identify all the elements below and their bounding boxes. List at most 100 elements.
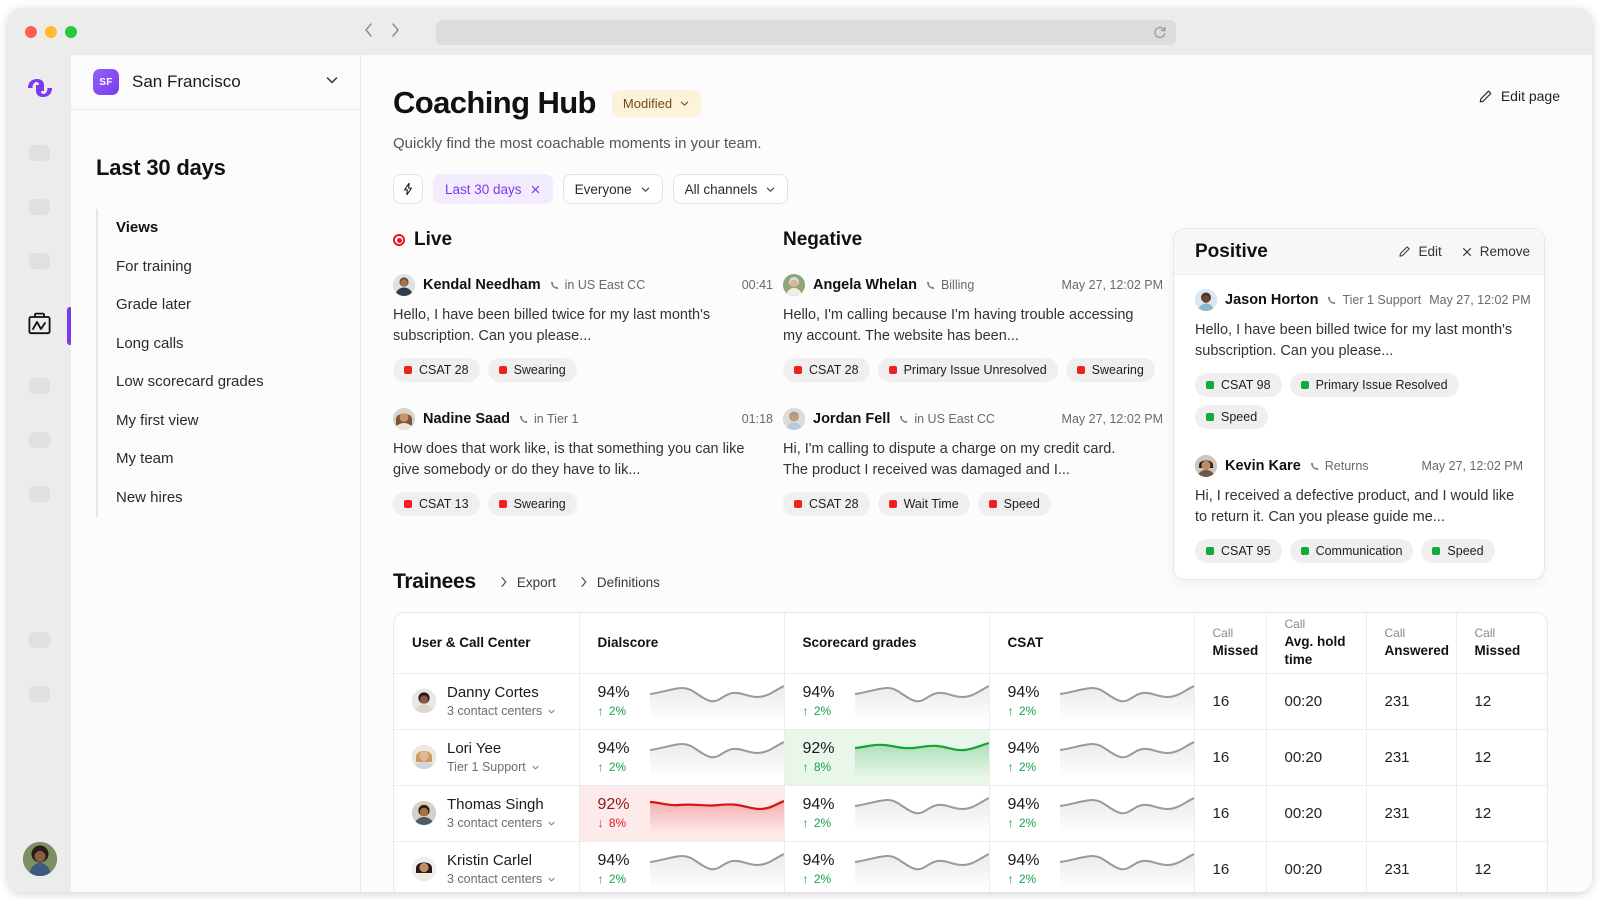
cell-user[interactable]: Danny Cortes 3 contact centers [394,673,579,729]
table-row[interactable]: Lori Yee Tier 1 Support 94%↑ 2% 92%↑ 8% … [394,729,1548,785]
cell-csat[interactable]: 94%↑ 2% [989,673,1194,729]
call-card[interactable]: Angela Whelan Billing May 27, 12:02 PM H… [783,274,1163,382]
back-button[interactable] [363,22,375,38]
sidebar-item-low-scorecard-grades[interactable]: Low scorecard grades [116,363,360,402]
app-logo[interactable] [26,77,54,104]
call-tag[interactable]: Primary Issue Resolved [1290,373,1459,397]
sidebar-item-views[interactable]: Views [116,209,360,248]
current-user-avatar[interactable] [23,842,57,876]
call-tag[interactable]: CSAT 95 [1195,539,1282,563]
rail-item-coaching-hub[interactable] [8,307,71,345]
cell-scorecard[interactable]: 94%↑ 2% [784,673,989,729]
call-tag[interactable]: CSAT 98 [1195,373,1282,397]
trainee-sub[interactable]: 3 contact centers [447,704,556,718]
rail-item-placeholder-4[interactable] [29,378,50,394]
cell-dialscore[interactable]: 94%↑ 2% [579,841,784,892]
cell-user[interactable]: Kristin Carlel 3 contact centers [394,841,579,892]
cell-csat[interactable]: 94%↑ 2% [989,841,1194,892]
table-row[interactable]: Thomas Singh 3 contact centers 92%↓ 8% 9… [394,785,1548,841]
call-tag[interactable]: Speed [1421,539,1494,563]
call-tag[interactable]: Swearing [488,492,577,516]
call-tag[interactable]: Swearing [1066,358,1155,382]
rail-item-placeholder-2[interactable] [29,199,50,215]
sparkline-neutral [855,792,989,834]
table-row[interactable]: Danny Cortes 3 contact centers 94%↑ 2% 9… [394,673,1548,729]
filter-chip-channels[interactable]: All channels [673,174,789,204]
rail-item-placeholder-1[interactable] [29,145,50,161]
filter-chip-people[interactable]: Everyone [563,174,663,204]
cell-scorecard[interactable]: 92%↑ 8% [784,729,989,785]
title-row: Coaching Hub Modified [393,85,1592,121]
edit-page-button[interactable]: Edit page [1478,88,1560,104]
call-card[interactable]: Nadine Saad in Tier 1 01:18 How does tha… [393,408,773,516]
edit-column-button[interactable]: Edit [1398,244,1441,259]
trainees-table-wrapper: User & Call Center Dialscore Scorecard g… [393,612,1548,892]
call-tag[interactable]: CSAT 28 [783,492,870,516]
close-window-button[interactable] [25,26,37,38]
call-tag[interactable]: CSAT 28 [783,358,870,382]
col-header-avg-hold[interactable]: CallAvg. hold time [1266,613,1366,673]
org-switcher[interactable]: SF San Francisco [71,55,360,110]
call-tag[interactable]: Speed [1195,405,1268,429]
cell-dialscore[interactable]: 94%↑ 2% [579,729,784,785]
table-row[interactable]: Kristin Carlel 3 contact centers 94%↑ 2%… [394,841,1548,892]
forward-button[interactable] [389,22,401,38]
definitions-button[interactable]: Definitions [578,575,660,590]
call-tag[interactable]: Swearing [488,358,577,382]
maximize-window-button[interactable] [65,26,77,38]
trainee-sub[interactable]: Tier 1 Support [447,760,540,774]
col-header-call-answered[interactable]: CallAnswered [1366,613,1456,673]
reload-icon[interactable] [1152,24,1168,45]
trainee-sub[interactable]: 3 contact centers [447,816,556,830]
cell-user[interactable]: Thomas Singh 3 contact centers [394,785,579,841]
cell-user[interactable]: Lori Yee Tier 1 Support [394,729,579,785]
call-card[interactable]: Kevin Kare Returns May 27, 12:02 PM Hi, … [1195,455,1523,563]
sidebar-item-for-training[interactable]: For training [116,248,360,287]
sidebar-item-my-team[interactable]: My team [116,440,360,479]
col-header-user[interactable]: User & Call Center [394,613,579,673]
status-swatch-red [794,366,802,374]
call-tag[interactable]: Communication [1290,539,1414,563]
call-card[interactable]: Kendal Needham in US East CC 00:41 Hello… [393,274,773,382]
call-tag[interactable]: CSAT 13 [393,492,480,516]
modified-badge[interactable]: Modified [612,90,701,117]
call-columns: Live Kendal Needham in US E [361,228,1592,548]
call-card[interactable]: Jason Horton Tier 1 Support May 27, 12:0… [1195,289,1523,429]
rail-item-placeholder-3[interactable] [29,253,50,269]
cell-call-missed: 16 [1194,673,1266,729]
address-bar[interactable] [436,20,1176,45]
col-header-call-missed[interactable]: CallMissed [1194,613,1266,673]
remove-column-button[interactable]: Remove [1461,244,1530,259]
sidebar-item-long-calls[interactable]: Long calls [116,325,360,364]
sidebar-item-grade-later[interactable]: Grade later [116,286,360,325]
call-card[interactable]: Jordan Fell in US East CC May 27, 12:02 … [783,408,1163,516]
sidebar-item-my-first-view[interactable]: My first view [116,402,360,441]
rail-item-placeholder-5[interactable] [29,432,50,448]
column-positive[interactable]: Positive Edit Remove [1173,228,1545,580]
cell-dialscore[interactable]: 92%↓ 8% [579,785,784,841]
minimize-window-button[interactable] [45,26,57,38]
col-header-scorecard[interactable]: Scorecard grades [784,613,989,673]
trainee-sub[interactable]: 3 contact centers [447,872,556,886]
call-tag[interactable]: Primary Issue Unresolved [878,358,1058,382]
rail-item-placeholder-8[interactable] [29,686,50,702]
cell-csat[interactable]: 94%↑ 2% [989,729,1194,785]
cell-scorecard[interactable]: 94%↑ 2% [784,785,989,841]
call-tag[interactable]: Speed [978,492,1051,516]
rail-item-placeholder-6[interactable] [29,486,50,502]
filter-chip-date-range[interactable]: Last 30 days [433,174,553,204]
rail-item-placeholder-7[interactable] [29,632,50,648]
quick-filter-button[interactable] [393,174,423,204]
col-header-call-missed-2[interactable]: CallMissed [1456,613,1548,673]
chevron-down-icon [547,819,556,828]
col-header-csat[interactable]: CSAT [989,613,1194,673]
export-button[interactable]: Export [498,575,556,590]
col-header-dialscore[interactable]: Dialscore [579,613,784,673]
cell-dialscore[interactable]: 94%↑ 2% [579,673,784,729]
trainee-sub-label: 3 contact centers [447,704,542,718]
sidebar-item-new-hires[interactable]: New hires [116,479,360,518]
cell-scorecard[interactable]: 94%↑ 2% [784,841,989,892]
cell-csat[interactable]: 94%↑ 2% [989,785,1194,841]
call-tag[interactable]: Wait Time [878,492,970,516]
call-tag[interactable]: CSAT 28 [393,358,480,382]
